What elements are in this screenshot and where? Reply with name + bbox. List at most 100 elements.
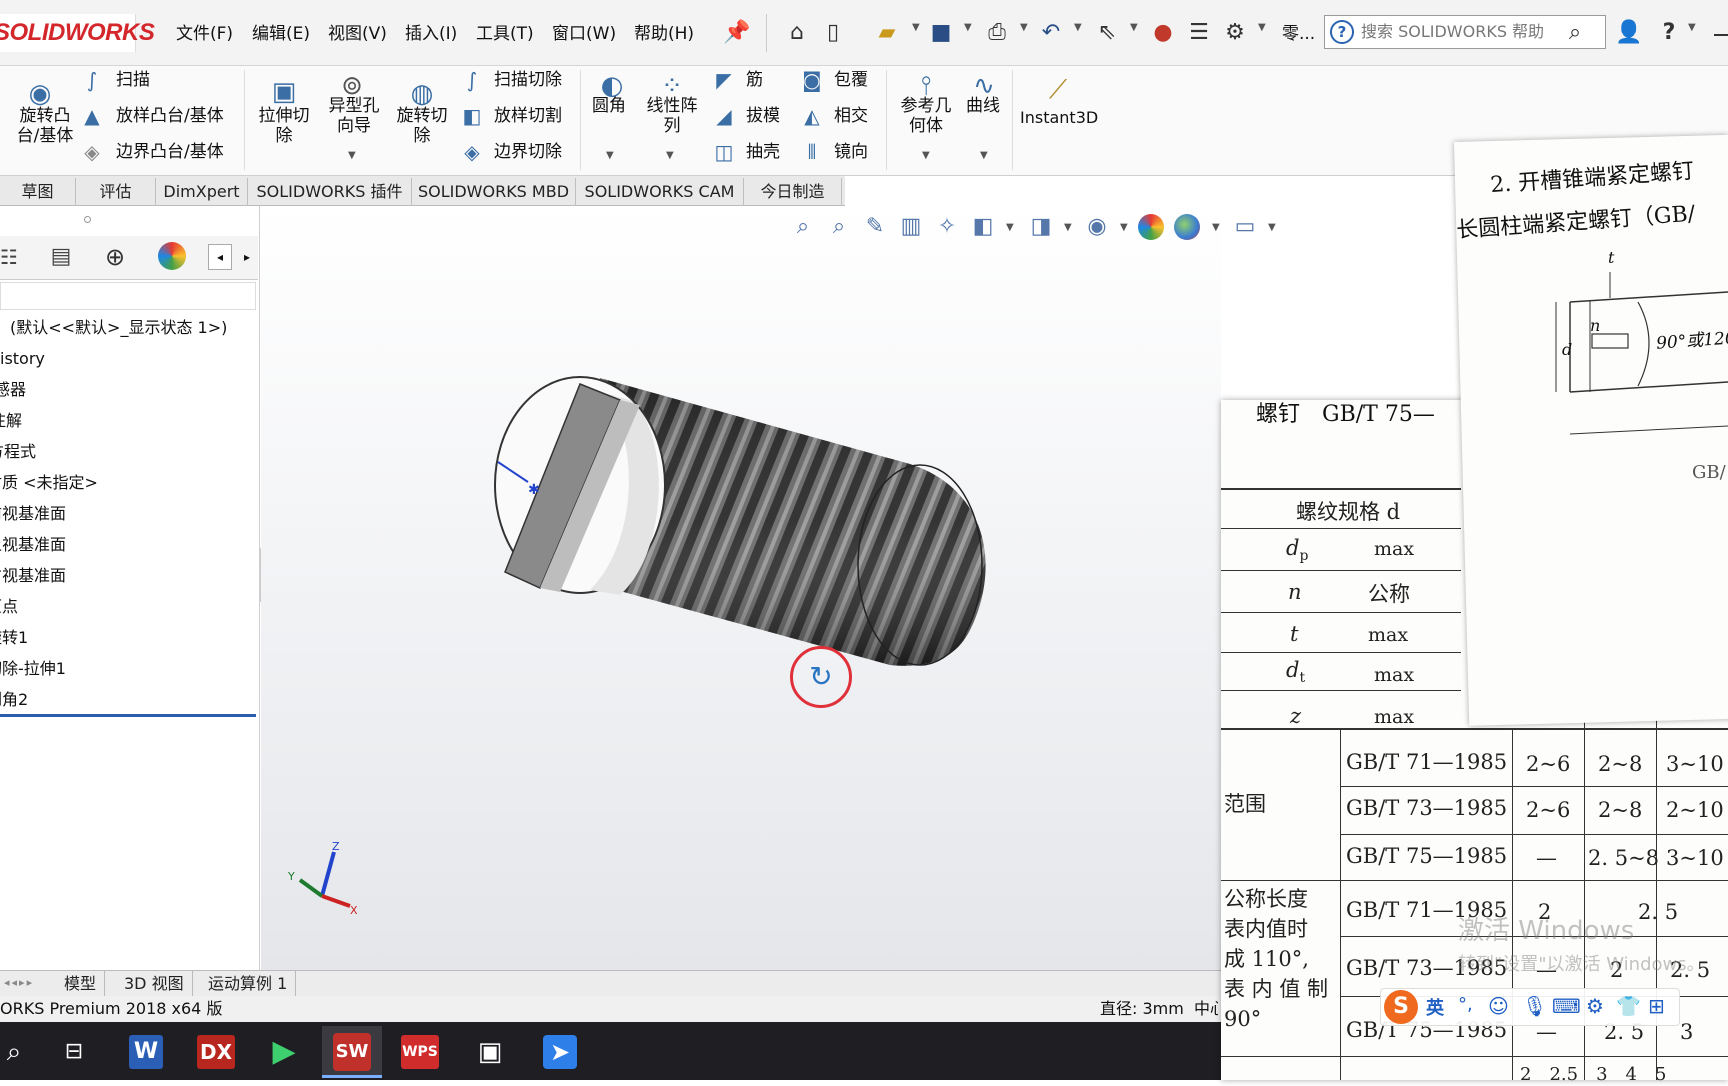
tree-root[interactable]: (默认<<默认>_显示状态 1>) <box>10 314 227 342</box>
menu-file[interactable]: 文件(F) <box>176 20 233 48</box>
apply-scene-icon[interactable] <box>1174 214 1200 240</box>
tree-item-cut-extrude1[interactable]: 切除-拉伸1 <box>0 655 66 683</box>
view-orientation-icon[interactable]: ◧ <box>968 212 998 242</box>
user-icon[interactable]: 👤 <box>1614 16 1644 50</box>
feature-tree-icon[interactable]: ☷ <box>0 240 22 274</box>
chevron-down-icon[interactable]: ▼ <box>1020 22 1028 33</box>
reference-geometry-button[interactable]: 参考几何体 <box>896 96 956 136</box>
instant3d-button[interactable]: Instant3D <box>1020 108 1098 128</box>
tab-evaluate[interactable]: 评估 <box>76 178 156 206</box>
options-gear-icon[interactable]: ⚙ <box>1220 16 1250 50</box>
word-app-icon[interactable]: W <box>116 1026 176 1078</box>
tree-item-material[interactable]: 材质 <未指定> <box>0 469 98 497</box>
tree-item-chamfer2[interactable]: 倒角2 <box>0 686 28 714</box>
curves-button[interactable]: 曲线 <box>966 96 1000 116</box>
tree-item-annotations[interactable]: 注解 <box>0 407 22 435</box>
chevron-down-icon[interactable]: ▼ <box>348 150 356 161</box>
save-icon[interactable]: ■ <box>926 16 956 50</box>
undo-icon[interactable]: ↶ <box>1036 16 1066 50</box>
camera-app-icon[interactable]: ▣ <box>460 1026 520 1078</box>
chevron-down-icon[interactable]: ▼ <box>1258 22 1266 33</box>
ime-language-toggle[interactable]: 英 <box>1426 994 1444 1020</box>
ime-menu-grid-icon[interactable]: ⊞ <box>1648 994 1665 1018</box>
tree-item-right-plane[interactable]: 右视基准面 <box>0 562 66 590</box>
ime-voice-icon[interactable]: 🎙 <box>1522 994 1547 1018</box>
tab-solidworks-cam[interactable]: SOLIDWORKS CAM <box>576 178 744 206</box>
loft-boss-button[interactable]: 放样凸台/基体 <box>116 106 224 126</box>
panel-grip-icon[interactable] <box>84 216 91 223</box>
chevron-down-icon[interactable]: ▼ <box>1006 222 1014 233</box>
tab-3d-view[interactable]: 3D 视图 <box>116 971 193 996</box>
tab-sketch[interactable]: 草图 <box>0 178 76 206</box>
chevron-down-icon[interactable]: ▼ <box>1064 222 1072 233</box>
zoom-to-area-icon[interactable]: ⌕ <box>824 212 854 242</box>
tab-dimxpert[interactable]: DimXpert <box>156 178 248 206</box>
panel-scroll-right-icon[interactable]: ▸ <box>236 244 258 270</box>
chevron-down-icon[interactable]: ▼ <box>964 22 972 33</box>
feishu-app-icon[interactable]: ➤ <box>530 1026 590 1078</box>
chevron-down-icon[interactable]: ▼ <box>980 150 988 161</box>
chevron-down-icon[interactable]: ▼ <box>1212 222 1220 233</box>
chevron-down-icon[interactable]: ▼ <box>1074 22 1082 33</box>
hide-show-items-icon[interactable]: ◉ <box>1082 212 1112 242</box>
home-icon[interactable]: ⌂ <box>782 16 812 50</box>
tree-item-top-plane[interactable]: 上视基准面 <box>0 531 66 559</box>
wps-app-icon[interactable]: WPS <box>390 1026 450 1078</box>
chevron-down-icon[interactable]: ▼ <box>922 150 930 161</box>
chevron-down-icon[interactable]: ▼ <box>606 150 614 161</box>
chevron-down-icon[interactable]: ▼ <box>1130 22 1138 33</box>
file-properties-icon[interactable]: ☰ <box>1184 16 1214 50</box>
dynamic-annotation-icon[interactable]: ✧ <box>932 212 962 242</box>
tab-solidworks-mbd[interactable]: SOLIDWORKS MBD <box>412 178 576 206</box>
tree-item-sensors[interactable]: 感器 <box>0 376 26 404</box>
rollback-bar[interactable] <box>0 714 256 717</box>
solidworks-logo[interactable]: SOLIDWORKS <box>0 14 155 52</box>
zoom-to-fit-icon[interactable]: ⌕ <box>788 212 818 242</box>
ime-emoji-icon[interactable]: ☺ <box>1488 994 1509 1018</box>
tree-item-origin[interactable]: 原点 <box>0 593 18 621</box>
search-icon[interactable]: ⌕ <box>1560 16 1590 50</box>
chevron-down-icon[interactable]: ▼ <box>1268 222 1276 233</box>
edit-appearance-icon[interactable] <box>1138 214 1164 240</box>
search-icon[interactable]: ⌕ <box>0 1026 44 1078</box>
display-style-icon[interactable]: ◨ <box>1026 212 1056 242</box>
tab-motion-study[interactable]: 运动算例 1 <box>200 971 297 996</box>
dx-app-icon[interactable]: DX <box>186 1026 246 1078</box>
lofted-cut-button[interactable]: 放样切割 <box>494 106 562 126</box>
display-manager-icon[interactable] <box>158 242 186 270</box>
chevron-down-icon[interactable]: ▼ <box>1688 22 1696 33</box>
extruded-cut-button[interactable]: 拉伸切除 <box>254 106 314 146</box>
tab-make-today[interactable]: 今日制造 <box>744 178 842 206</box>
open-folder-icon[interactable]: ▰ <box>872 16 902 50</box>
rebuild-icon[interactable]: ● <box>1148 16 1178 50</box>
revolved-cut-button[interactable]: 旋转切除 <box>392 106 452 146</box>
shell-button[interactable]: 抽壳 <box>746 142 780 162</box>
draft-button[interactable]: 拔模 <box>746 106 780 126</box>
more-label[interactable]: 零... <box>1282 20 1315 48</box>
intersect-button[interactable]: 相交 <box>834 106 868 126</box>
help-icon[interactable]: ? <box>1654 16 1684 50</box>
minimize-icon[interactable] <box>1714 34 1728 36</box>
linear-pattern-button[interactable]: 线性阵列 <box>642 96 702 136</box>
ime-tools-icon[interactable]: ⚙ <box>1586 994 1604 1018</box>
tab-model[interactable]: 模型 <box>56 971 106 996</box>
menu-help[interactable]: 帮助(H) <box>634 20 694 48</box>
tree-item-equations[interactable]: 方程式 <box>0 438 36 466</box>
task-view-icon[interactable]: ⊟ <box>44 1026 104 1078</box>
panel-scroll-left-icon[interactable]: ◂ <box>208 244 232 270</box>
boundary-cut-button[interactable]: 边界切除 <box>494 142 562 162</box>
new-document-icon[interactable]: ▯ <box>818 16 848 50</box>
tree-item-revolve1[interactable]: 旋转1 <box>0 624 28 652</box>
sogou-logo-icon[interactable]: S <box>1384 990 1418 1024</box>
menu-view[interactable]: 视图(V) <box>328 20 387 48</box>
set-screw-model[interactable]: ✱ <box>470 370 1010 740</box>
pin-icon[interactable]: 📌 <box>722 16 752 50</box>
configuration-manager-icon[interactable]: ⊕ <box>100 240 130 274</box>
tree-item-front-plane[interactable]: 前视基准面 <box>0 500 66 528</box>
tab-solidworks-addins[interactable]: SOLIDWORKS 插件 <box>248 178 412 206</box>
menu-edit[interactable]: 编辑(E) <box>252 20 310 48</box>
boundary-boss-button[interactable]: 边界凸台/基体 <box>116 142 224 162</box>
select-cursor-icon[interactable]: ⇖ <box>1092 16 1122 50</box>
revolve-boss-button[interactable]: 旋转凸台/基体 <box>10 106 80 146</box>
tab-scroll-arrows-icon[interactable]: ◂◂▸▸ <box>4 976 48 992</box>
